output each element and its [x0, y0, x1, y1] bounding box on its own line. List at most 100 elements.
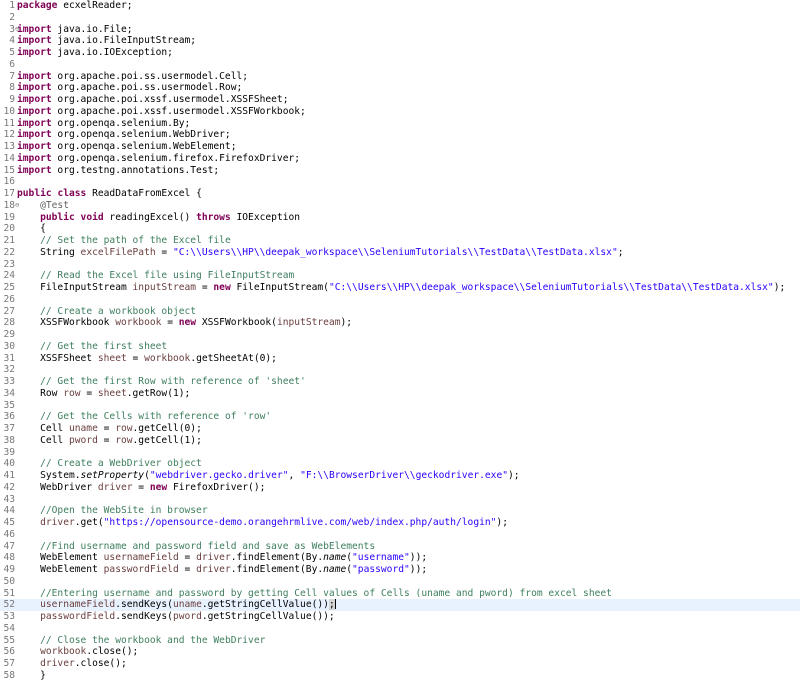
code-line[interactable]: 11 import org.openqa.selenium.By;: [0, 118, 800, 130]
code-token: public: [17, 188, 52, 199]
code-text: // Close the workbook and the WebDriver: [17, 635, 265, 647]
code-line[interactable]: 46: [0, 529, 800, 541]
code-token: usernameField: [40, 599, 116, 611]
code-line[interactable]: 39: [0, 447, 800, 459]
code-line[interactable]: 28 XSSFWorkbook workbook = new XSSFWorkb…: [0, 317, 800, 329]
code-line[interactable]: 48 WebElement usernameField = driver.fin…: [0, 552, 800, 564]
code-line[interactable]: 35: [0, 400, 800, 412]
code-line[interactable]: 32: [0, 364, 800, 376]
code-line[interactable]: 40 // Create a WebDriver object: [0, 458, 800, 470]
code-line[interactable]: 29: [0, 329, 800, 341]
code-token: "C:\\Users\\HP\\deepak_workspace\\Seleni…: [328, 282, 774, 293]
code-line[interactable]: 53 passwordField.sendKeys(pword.getStrin…: [0, 611, 800, 623]
code-line[interactable]: 6: [0, 59, 800, 71]
line-number: 41: [3, 470, 15, 481]
code-line[interactable]: 18 ⊖ @Test: [0, 200, 800, 212]
code-token: pword: [68, 434, 98, 446]
code-token: import: [17, 82, 52, 94]
code-line[interactable]: 24 // Read the Excel file using FileInpu…: [0, 270, 800, 282]
code-token: // Get the first sheet: [40, 340, 168, 352]
code-line[interactable]: 43: [0, 494, 800, 506]
code-line[interactable]: 16: [0, 176, 800, 188]
code-token: .getSheetAt(0);: [190, 352, 277, 364]
code-line[interactable]: 13 import org.openqa.selenium.WebElement;: [0, 141, 800, 153]
code-line[interactable]: 21 // Set the path of the Excel file: [0, 235, 800, 247]
code-line[interactable]: 30 // Get the first sheet: [0, 341, 800, 353]
code-line[interactable]: 9 import org.apache.poi.xssf.usermodel.XS…: [0, 94, 800, 106]
line-number: 35: [3, 399, 15, 411]
code-line[interactable]: 26: [0, 294, 800, 306]
code-token: driver: [196, 564, 231, 575]
code-line[interactable]: 38 Cell pword = row.getCell(1);: [0, 435, 800, 447]
code-line[interactable]: 31 XSSFSheet sheet = workbook.getSheetAt…: [0, 353, 800, 365]
code-line[interactable]: 5 import java.io.IOException;: [0, 47, 800, 59]
code-line[interactable]: 45 driver.get("https://opensource-demo.o…: [0, 517, 800, 529]
code-line[interactable]: 47 //Find username and password field an…: [0, 541, 800, 553]
line-number: 27: [3, 305, 15, 317]
line-number: 14: [3, 152, 15, 164]
code-line[interactable]: 27 // Create a workbook object: [0, 306, 800, 318]
code-token: =: [97, 434, 116, 446]
code-line[interactable]: 2: [0, 12, 800, 24]
line-number: 18: [3, 199, 15, 211]
code-token: // Create a workbook object: [40, 305, 197, 317]
code-text: // Set the path of the Excel file: [17, 235, 231, 247]
code-token: // Close the workbook and the WebDriver: [40, 634, 266, 646]
code-line[interactable]: 41 System.setProperty("webdriver.gecko.d…: [0, 470, 800, 482]
code-line[interactable]: 55 // Close the workbook and the WebDriv…: [0, 635, 800, 647]
code-text: import org.apache.poi.xssf.usermodel.XSS…: [17, 106, 306, 118]
code-line[interactable]: 12 import org.openqa.selenium.WebDriver;: [0, 129, 800, 141]
code-text: import org.openqa.selenium.By;: [17, 118, 190, 130]
code-line[interactable]: 7 import org.apache.poi.ss.usermodel.Cell…: [0, 71, 800, 83]
code-line[interactable]: 33 // Get the first Row with reference o…: [0, 376, 800, 388]
code-line[interactable]: 17 public class ReadDataFromExcel {: [0, 188, 800, 200]
code-line[interactable]: 56 workbook.close();: [0, 646, 800, 658]
code-token: java.io.FileInputStream;: [51, 35, 197, 47]
code-token: uname: [68, 423, 98, 434]
code-text: import java.io.IOException;: [17, 47, 173, 59]
code-line[interactable]: 44 //Open the WebSite in browser: [0, 505, 800, 517]
code-line[interactable]: 19 public void readingExcel() throws IOE…: [0, 212, 800, 224]
code-line[interactable]: 1 package ecxelReader;: [0, 0, 800, 12]
code-token: new: [149, 481, 168, 493]
code-token: .getCell(0);: [132, 423, 202, 434]
code-line[interactable]: 54: [0, 623, 800, 635]
code-token: name: [323, 552, 347, 564]
code-line[interactable]: 42 WebDriver driver = new FirefoxDriver(…: [0, 482, 800, 494]
code-token: import: [17, 105, 52, 117]
code-line[interactable]: 20 {: [0, 223, 800, 235]
line-number: 12: [3, 129, 15, 141]
code-token: //Open the WebSite in browser: [40, 505, 208, 517]
code-token: import: [17, 117, 52, 129]
code-line[interactable]: 3 ⊖ import java.io.File;: [0, 24, 800, 36]
code-line[interactable]: 4 import java.io.FileInputStream;: [0, 35, 800, 47]
code-line[interactable]: 34 Row row = sheet.getRow(1);: [0, 388, 800, 400]
code-line[interactable]: 37 Cell uname = row.getCell(0);: [0, 423, 800, 435]
code-line[interactable]: 49 WebElement passwordField = driver.fin…: [0, 564, 800, 576]
line-number: 46: [3, 528, 15, 540]
code-line[interactable]: 15 import org.testng.annotations.Test;: [0, 165, 800, 177]
code-line[interactable]: 36 // Get the Cells with reference of 'r…: [0, 411, 800, 423]
code-line[interactable]: 52 usernameField.sendKeys(uname.getStrin…: [0, 599, 800, 611]
code-line[interactable]: 8 import org.apache.poi.ss.usermodel.Row;: [0, 82, 800, 94]
code-line[interactable]: 57 driver.close();: [0, 658, 800, 670]
code-token: readingExcel(): [103, 211, 197, 223]
code-line[interactable]: 51 //Entering username and password by g…: [0, 588, 800, 600]
code-editor[interactable]: 1 package ecxelReader; 2 3 ⊖ import java.io.F…: [0, 0, 800, 696]
code-token: import: [17, 141, 52, 152]
code-line[interactable]: 10 import org.apache.poi.xssf.usermodel.X…: [0, 106, 800, 118]
code-line[interactable]: 14 import org.openqa.selenium.firefox.Fir…: [0, 153, 800, 165]
code-token: .sendKeys(: [115, 599, 173, 611]
code-token: package: [17, 0, 58, 11]
line-number: 54: [3, 622, 15, 634]
code-text: @Test: [17, 200, 69, 212]
code-line[interactable]: 58 }: [0, 670, 800, 682]
code-line[interactable]: 22 String excelFilePath = "C:\\Users\\HP…: [0, 247, 800, 259]
code-token: =: [196, 282, 214, 293]
code-line[interactable]: 50: [0, 576, 800, 588]
code-token: =: [97, 423, 116, 434]
code-line[interactable]: 25 FileInputStream inputStream = new Fil…: [0, 282, 800, 294]
code-token: {: [17, 223, 46, 235]
code-line[interactable]: 23: [0, 259, 800, 271]
